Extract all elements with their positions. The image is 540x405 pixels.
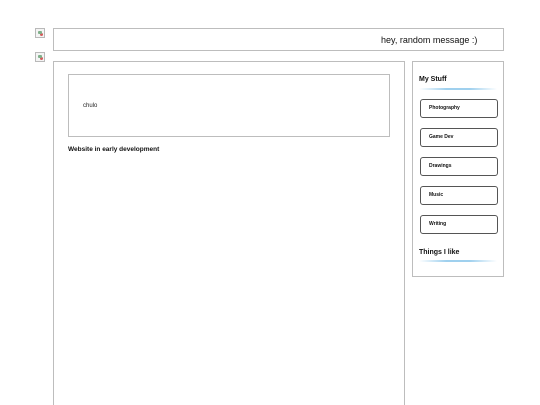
sidebar-item-photography[interactable]: Photography bbox=[420, 99, 498, 118]
status-note: Website in early development bbox=[68, 146, 160, 153]
sidebar-item-drawings[interactable]: Drawings bbox=[420, 157, 498, 176]
sidebar-heading-my-stuff: My Stuff bbox=[419, 76, 447, 83]
heading-divider bbox=[419, 88, 497, 90]
header-bar: hey, random message :) bbox=[53, 28, 504, 51]
sidebar-item-writing[interactable]: Writing bbox=[420, 215, 498, 234]
sidebar-heading-things-i-like: Things I like bbox=[419, 249, 460, 256]
main-content-panel: chulo Website in early development bbox=[53, 61, 405, 405]
sidebar-item-music[interactable]: Music bbox=[420, 186, 498, 205]
sidebar: My Stuff Photography Game Dev Drawings M… bbox=[412, 61, 504, 277]
sidebar-item-game-dev[interactable]: Game Dev bbox=[420, 128, 498, 147]
header-message: hey, random message :) bbox=[381, 35, 478, 45]
content-box-text: chulo bbox=[83, 103, 98, 109]
broken-image-icon bbox=[35, 52, 45, 62]
content-box: chulo bbox=[68, 74, 390, 137]
broken-image-icon bbox=[35, 28, 45, 38]
page: hey, random message :) chulo Website in … bbox=[0, 0, 540, 405]
heading-divider bbox=[419, 260, 497, 262]
